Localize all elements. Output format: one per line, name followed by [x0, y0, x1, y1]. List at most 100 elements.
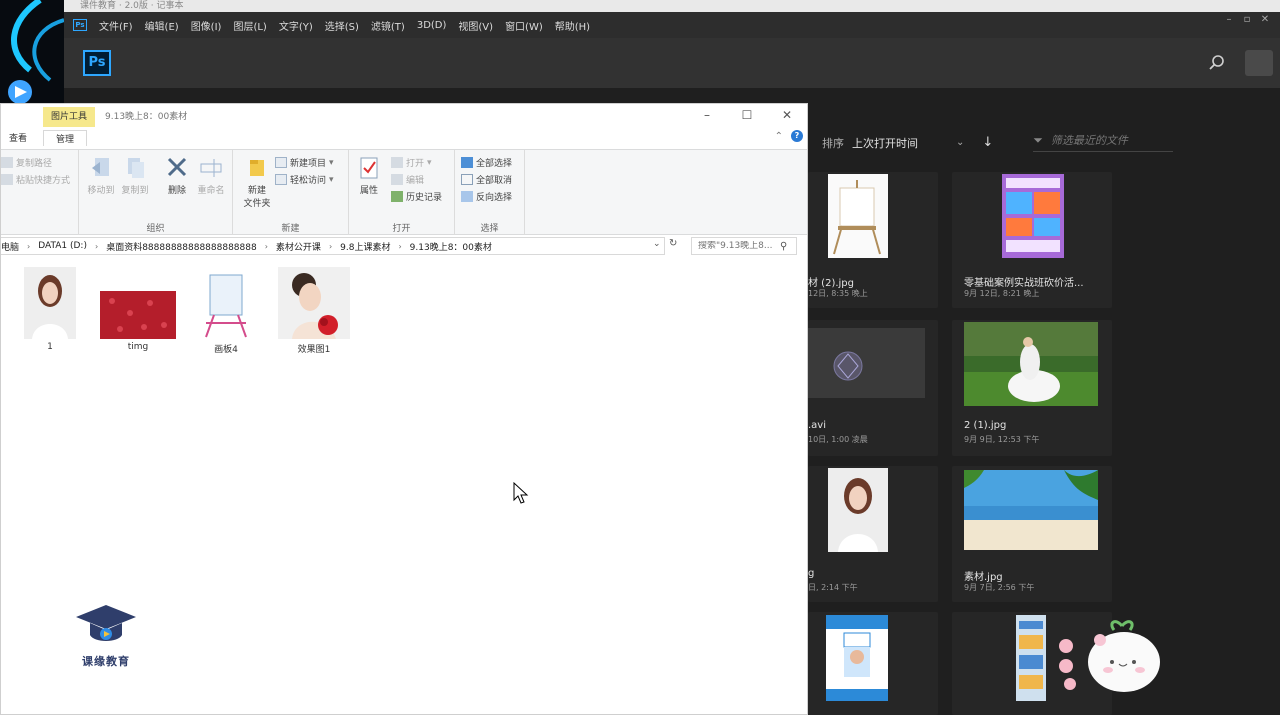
ps-app-icon[interactable]: Ps [73, 19, 87, 31]
filter-input[interactable] [1050, 134, 1161, 147]
properties-button[interactable]: 属性 [349, 156, 389, 196]
menu-help[interactable]: 帮助(H) [555, 18, 590, 33]
recent-file-card[interactable]: 2 (1).jpg 9月 9日, 12:53 下午 [952, 320, 1112, 456]
select-all-button[interactable]: 全部选择 [461, 156, 512, 169]
tab-view[interactable]: 查看 [9, 131, 27, 144]
ribbon-tabs: 查看 管理 ⌃ ? [1, 128, 807, 149]
breadcrumb-computer[interactable]: 电脑 [1, 240, 19, 253]
sort-dropdown[interactable]: 上次打开时间 [852, 135, 956, 151]
paste-shortcut-button[interactable]: 粘贴快捷方式 [1, 173, 70, 186]
chevron-down-icon[interactable]: ⌄ [956, 137, 964, 148]
history-button[interactable]: 历史记录 [391, 190, 442, 203]
ribbon-group-organize: 移动到 复制到 删除 重命名 组织 [79, 150, 233, 236]
file-date: 10日, 1:00 凌晨 [808, 435, 868, 444]
recent-file-card[interactable]: 零基础案例实战班砍价活... 9月 12日, 8:21 晚上 [952, 172, 1112, 308]
filter-icon: ⏷ [1033, 133, 1043, 147]
menu-type[interactable]: 文字(Y) [279, 18, 313, 33]
breadcrumb-current[interactable]: 9.13晚上8：00素材 [410, 240, 492, 253]
recent-file-card[interactable] [808, 612, 938, 715]
search-field[interactable]: ⚲ [691, 237, 797, 255]
group-label: 打开 [392, 224, 411, 234]
copy-path-button[interactable]: 复制路径 [1, 156, 52, 169]
chevron-down-icon[interactable]: ⌄ [653, 239, 661, 249]
maximize-icon[interactable]: ▫ [1238, 14, 1256, 25]
new-item-icon [275, 157, 287, 168]
filter-field[interactable]: ⏷ [1033, 133, 1174, 152]
new-folder-button[interactable]: 新建 文件夹 [237, 156, 277, 209]
maximize-icon[interactable]: ☐ [727, 104, 767, 128]
rename-button[interactable]: 重命名 [191, 156, 231, 196]
chevron-up-icon[interactable]: ⌃ [775, 131, 783, 142]
file-name: 画板4 [214, 345, 238, 355]
file-item[interactable]: 画板4 [185, 267, 267, 355]
chevron-right-icon[interactable]: › [398, 242, 401, 251]
breadcrumb-folder[interactable]: 桌面资料88888888888888888888 [106, 240, 257, 253]
file-name: 效果图1 [297, 345, 331, 355]
file-thumbnail [828, 468, 888, 552]
open-button[interactable]: 打开 ▾ [391, 156, 432, 169]
recent-file-card[interactable]: 素材.jpg 9月 7日, 2:56 下午 [952, 466, 1112, 602]
file-thumbnail [828, 174, 888, 258]
breadcrumb-folder[interactable]: 9.8上课素材 [340, 240, 390, 253]
file-name: 零基础案例实战班砍价活... [964, 278, 1084, 289]
file-item[interactable]: 1 [9, 267, 91, 352]
close-icon[interactable]: ✕ [767, 104, 807, 128]
edit-button[interactable]: 编辑 [391, 173, 424, 186]
menu-filter[interactable]: 滤镜(T) [371, 18, 405, 33]
search-input[interactable] [698, 241, 780, 251]
help-icon[interactable]: ? [791, 130, 803, 142]
ps-home-header: Ps [64, 38, 1280, 88]
picture-tools-tab[interactable]: 图片工具 [43, 107, 95, 127]
file-thumbnail [100, 291, 176, 339]
search-icon[interactable]: ⚲ [780, 241, 787, 252]
user-avatar[interactable] [1245, 50, 1273, 76]
chevron-right-icon[interactable]: › [329, 242, 332, 251]
recent-file-card[interactable]: .avi 10日, 1:00 凌晨 [808, 320, 938, 456]
refresh-icon[interactable]: ↻ [669, 238, 677, 249]
mouse-cursor-icon [513, 481, 529, 508]
file-item[interactable]: 效果图1 [273, 267, 355, 355]
recent-file-card[interactable]: g 日, 2:14 下午 [808, 466, 938, 602]
menu-3d[interactable]: 3D(D) [417, 20, 447, 31]
file-name: g [808, 568, 815, 579]
menu-file[interactable]: 文件(F) [99, 18, 133, 33]
copy-to-button[interactable]: 复制到 [115, 156, 155, 196]
easy-access-button[interactable]: 轻松访问 ▾ [275, 173, 334, 186]
file-thumbnail [24, 267, 76, 339]
breadcrumb-drive[interactable]: DATA1 (D:) [38, 241, 87, 251]
properties-icon [358, 156, 380, 180]
chevron-right-icon[interactable]: › [265, 242, 268, 251]
select-none-button[interactable]: 全部取消 [461, 173, 512, 186]
group-label: 新建 [281, 224, 300, 234]
menu-select[interactable]: 选择(S) [325, 18, 359, 33]
file-thumbnail [964, 322, 1098, 406]
group-label: 选择 [480, 224, 499, 234]
file-item[interactable]: timg [97, 267, 179, 352]
search-icon[interactable] [1208, 54, 1226, 72]
recent-file-card[interactable]: 材 (2).jpg 12日, 8:35 晚上 [808, 172, 938, 308]
chevron-right-icon[interactable]: › [95, 242, 98, 251]
tab-manage[interactable]: 管理 [43, 130, 88, 146]
sort-direction-icon[interactable]: ↓ [982, 135, 993, 150]
window-title: 9.13晚上8：00素材 [105, 112, 188, 122]
paste-shortcut-icon [1, 174, 13, 185]
copy-path-icon [1, 157, 13, 168]
menu-edit[interactable]: 编辑(E) [145, 18, 179, 33]
breadcrumb-folder[interactable]: 素材公开课 [276, 240, 321, 253]
sort-label: 排序 [822, 136, 844, 150]
close-icon[interactable]: ✕ [1256, 14, 1274, 25]
menu-window[interactable]: 窗口(W) [505, 18, 543, 33]
sort-toolbar: 排序 上次打开时间 ⌄ ↓ ⏷ [822, 133, 1174, 152]
mascot-sticker [1056, 618, 1166, 702]
chevron-right-icon[interactable]: › [27, 242, 30, 251]
minimize-icon[interactable]: – [687, 104, 727, 128]
menu-layer[interactable]: 图层(L) [233, 18, 266, 33]
menu-view[interactable]: 视图(V) [458, 18, 493, 33]
address-bar[interactable]: 电脑 › DATA1 (D:) › 桌面资料888888888888888888… [1, 237, 665, 255]
copy-to-icon [124, 156, 146, 180]
minimize-icon[interactable]: – [1220, 14, 1238, 25]
new-item-button[interactable]: 新建项目 ▾ [275, 156, 334, 169]
menu-image[interactable]: 图像(I) [191, 18, 222, 33]
invert-selection-button[interactable]: 反向选择 [461, 190, 512, 203]
file-thumbnail [278, 267, 350, 339]
